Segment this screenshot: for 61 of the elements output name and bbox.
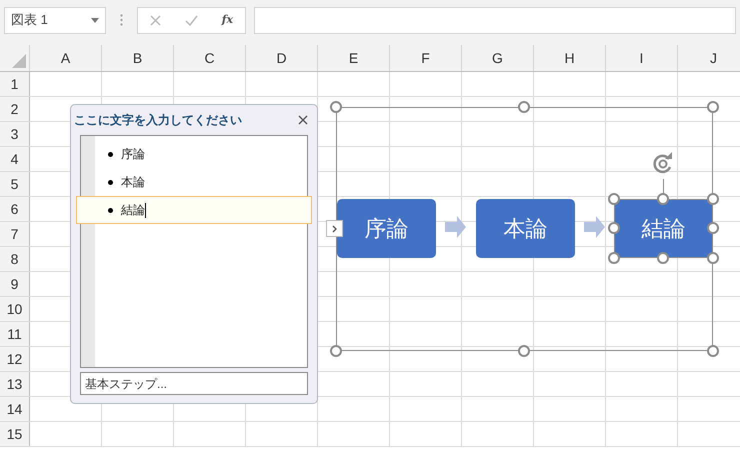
arrow-icon xyxy=(584,216,605,238)
cancel-icon[interactable] xyxy=(150,14,161,26)
row-header[interactable]: 11 xyxy=(0,322,30,346)
column-header[interactable]: F xyxy=(390,45,462,71)
resize-handle[interactable] xyxy=(657,193,669,205)
row-header[interactable]: 10 xyxy=(0,297,30,321)
row-header[interactable]: 5 xyxy=(0,172,30,196)
row-header[interactable]: 15 xyxy=(0,422,30,446)
name-box[interactable]: 図表 1 xyxy=(4,6,106,34)
resize-handle[interactable] xyxy=(518,101,530,113)
resize-handle[interactable] xyxy=(518,345,530,357)
corner-triangle-icon xyxy=(12,54,26,68)
row-header[interactable]: 3 xyxy=(0,122,30,146)
pane-title: ここに文字を入力してください xyxy=(74,112,242,129)
column-header[interactable]: A xyxy=(30,45,102,71)
resize-handle[interactable] xyxy=(330,345,342,357)
resize-handle[interactable] xyxy=(657,252,669,264)
check-icon[interactable] xyxy=(184,14,198,26)
row-header[interactable]: 2 xyxy=(0,97,30,121)
column-header[interactable]: H xyxy=(534,45,606,71)
column-header[interactable]: G xyxy=(462,45,534,71)
arrow-icon xyxy=(445,216,466,238)
process-box[interactable]: 結論 xyxy=(614,199,713,258)
column-header[interactable]: C xyxy=(174,45,246,71)
text-pane-toggle[interactable] xyxy=(326,220,343,237)
process-box[interactable]: 序論 xyxy=(337,199,436,258)
resize-handle[interactable] xyxy=(608,222,620,234)
row-header[interactable]: 13 xyxy=(0,372,30,396)
resize-handle[interactable] xyxy=(707,345,719,357)
row-header[interactable]: 8 xyxy=(0,247,30,271)
row-header[interactable]: 14 xyxy=(0,397,30,421)
column-header[interactable]: I xyxy=(606,45,678,71)
layout-description: 基本ステップ... xyxy=(80,372,308,395)
column-header[interactable]: D xyxy=(246,45,318,71)
resize-handle[interactable] xyxy=(707,252,719,264)
resize-handle[interactable] xyxy=(608,193,620,205)
rotate-icon[interactable] xyxy=(652,152,675,175)
process-box[interactable]: 本論 xyxy=(476,199,575,258)
formula-input[interactable] xyxy=(254,6,736,34)
bullet-item[interactable]: 結論 xyxy=(76,196,312,224)
insert-function-button[interactable]: fx xyxy=(222,12,234,28)
row-header[interactable]: 12 xyxy=(0,347,30,371)
row-header[interactable]: 6 xyxy=(0,197,30,221)
column-header[interactable]: J xyxy=(678,45,740,71)
bullet-item[interactable]: 序論 xyxy=(81,140,307,168)
chevron-icon xyxy=(332,224,337,232)
bullet-item[interactable]: 本論 xyxy=(81,168,307,196)
column-header[interactable]: E xyxy=(318,45,390,71)
close-icon[interactable] xyxy=(298,115,308,125)
grip-icon xyxy=(120,14,123,26)
resize-handle[interactable] xyxy=(707,193,719,205)
resize-handle[interactable] xyxy=(707,101,719,113)
row-header[interactable]: 1 xyxy=(0,72,30,96)
row-header[interactable]: 4 xyxy=(0,147,30,171)
resize-handle[interactable] xyxy=(608,252,620,264)
row-header[interactable]: 9 xyxy=(0,272,30,296)
column-header[interactable]: B xyxy=(102,45,174,71)
resize-handle[interactable] xyxy=(330,101,342,113)
dropdown-icon xyxy=(91,18,99,22)
row-header[interactable]: 7 xyxy=(0,222,30,246)
resize-handle[interactable] xyxy=(707,222,719,234)
